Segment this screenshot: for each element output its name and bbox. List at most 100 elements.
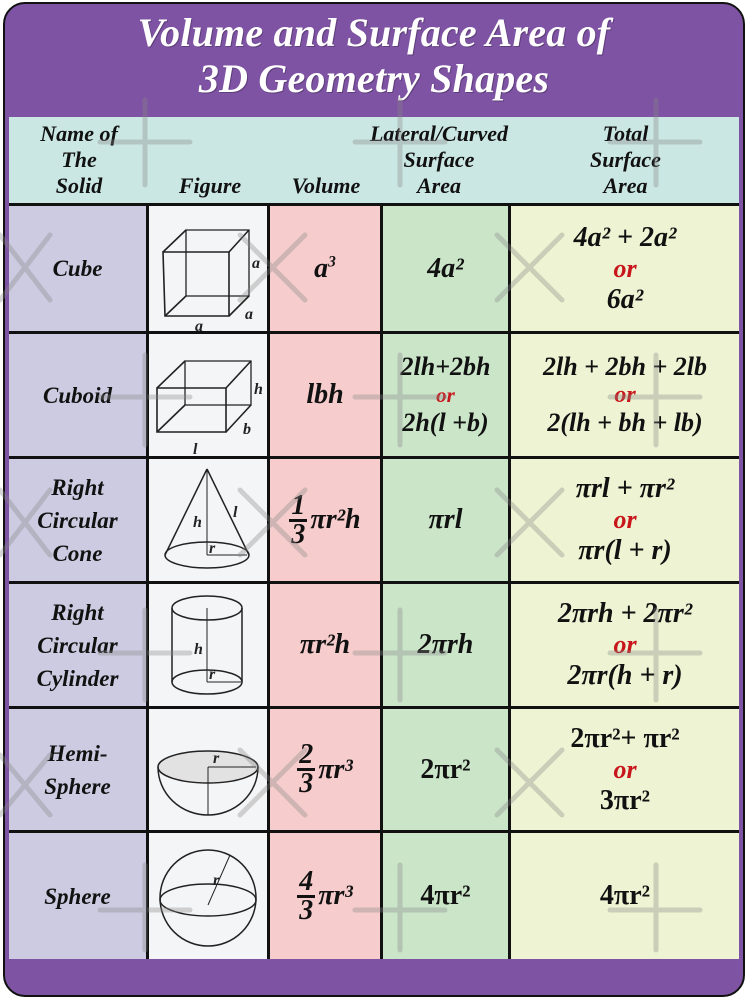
hemisphere-label-r: r	[213, 750, 220, 767]
header-lateral-line: Surface	[403, 147, 475, 172]
header-name-line: The	[61, 147, 97, 172]
cuboid-label-b: b	[243, 421, 251, 438]
row-cylinder-lateral: 2πrh	[383, 584, 508, 706]
solid-name: Right	[51, 599, 104, 625]
fraction-numerator: 2	[297, 739, 316, 771]
fraction-numerator: 1	[289, 489, 308, 522]
total-formula: 4a² + 2a²	[573, 221, 677, 253]
row-cuboid-name: Cuboid	[9, 334, 146, 456]
row-cone-figure: h l r	[149, 459, 267, 581]
or-label: or	[436, 383, 455, 407]
header-total-line: Total	[602, 121, 649, 146]
total-formula-alt: 2(lh + bh + lb)	[547, 408, 703, 437]
fraction: 13	[289, 489, 308, 550]
cylinder-label-h: h	[194, 641, 203, 658]
row-cube-volume: a3	[270, 206, 380, 331]
cylinder-label-r: r	[209, 666, 216, 683]
fraction-denominator: 3	[299, 894, 314, 926]
row-cone-volume: 13 πr²h	[270, 459, 380, 581]
volume-formula: lbh	[306, 379, 344, 410]
row-cuboid-volume: lbh	[270, 334, 380, 456]
poster-frame: Volume and Surface Area of 3D Geometry S…	[3, 2, 745, 997]
cylinder-figure-icon: h r	[171, 595, 243, 695]
total-formula: 4πr²	[599, 880, 651, 911]
title-line-1: Volume and Surface Area of	[137, 10, 611, 55]
total-formula: πrl + πr²	[575, 473, 675, 504]
row-cylinder-total: 2πrh + 2πr² or 2πr(h + r)	[511, 584, 739, 706]
header-total-surface-area: Total Surface Area	[512, 117, 739, 203]
cone-label-h: h	[193, 514, 202, 531]
cuboid-figure-icon: h b l	[156, 360, 263, 456]
solid-name: Circular	[37, 507, 118, 533]
header-name-line: Name of	[40, 121, 118, 146]
cone-label-l: l	[233, 504, 238, 521]
total-formula: 2πr²+ πr²	[570, 722, 680, 754]
solid-name: Hemi-	[47, 740, 108, 766]
row-hemisphere-name: Hemi- Sphere	[9, 709, 146, 830]
header-lateral-line: Area	[417, 173, 461, 198]
header-total-line: Surface	[590, 147, 661, 172]
volume-rest: πr³	[318, 753, 353, 785]
volume-formula: 43 πr³	[297, 865, 353, 926]
header-lateral-surface-area: Lateral/Curved Surface Area	[339, 117, 539, 203]
or-label: or	[613, 754, 637, 784]
cone-figure-icon: h l r	[164, 468, 250, 569]
hemisphere-figure-icon: r	[157, 750, 259, 816]
row-cube-lateral: 4a²	[383, 206, 508, 331]
volume-formula: πr²h	[299, 629, 351, 660]
solid-name: Sphere	[44, 883, 111, 909]
or-label: or	[613, 253, 637, 283]
row-sphere-name: Sphere	[9, 833, 146, 959]
cube-label-a-height: a	[252, 255, 260, 272]
row-sphere-figure: r	[149, 833, 267, 959]
volume-formula: a3	[314, 253, 336, 285]
row-cylinder-figure: h r	[149, 584, 267, 706]
solid-name: Cone	[52, 540, 103, 566]
row-hemisphere-total: 2πr²+ πr² or 3πr²	[511, 709, 739, 830]
volume-base: a	[314, 252, 329, 284]
row-cube-figure: a a a	[149, 206, 267, 331]
lateral-formula-alt: 2h(l +b)	[402, 408, 489, 437]
row-cone-total: πrl + πr² or πr(l + r)	[511, 459, 739, 581]
row-cuboid-total: 2lh + 2bh + 2lb or 2(lh + bh + lb)	[511, 334, 739, 456]
cube-label-a-depth: a	[245, 306, 253, 323]
poster-title: Volume and Surface Area of 3D Geometry S…	[5, 10, 743, 102]
total-formula-alt: πr(l + r)	[578, 535, 672, 566]
solid-name: Sphere	[44, 773, 111, 799]
row-hemisphere-lateral: 2πr²	[383, 709, 508, 830]
fraction-denominator: 3	[291, 518, 306, 550]
fraction: 43	[297, 865, 316, 926]
or-label: or	[613, 505, 637, 534]
row-sphere-volume: 43 πr³	[270, 833, 380, 959]
volume-exponent: 3	[328, 253, 336, 271]
row-cylinder-volume: πr²h	[270, 584, 380, 706]
header-lateral-line: Lateral/Curved	[369, 121, 509, 146]
lateral-formula: 4πr²	[420, 880, 471, 911]
lateral-formula: 2πrh	[417, 629, 474, 660]
solid-name: Cube	[52, 256, 103, 281]
row-cone-name: Right Circular Cone	[9, 459, 146, 581]
header-name-line: Solid	[55, 173, 103, 198]
volume-rest: πr³	[318, 880, 353, 911]
fraction-denominator: 3	[299, 768, 314, 799]
cuboid-label-l: l	[193, 441, 198, 456]
or-label: or	[614, 382, 636, 408]
lateral-formula: 2πr²	[420, 753, 471, 785]
volume-formula: 13 πr²h	[289, 489, 361, 550]
row-cone-lateral: πrl	[383, 459, 508, 581]
header-figure-label: Figure	[178, 173, 242, 198]
row-cuboid-figure: h b l	[149, 334, 267, 456]
fraction-numerator: 4	[297, 865, 316, 898]
row-cube-total: 4a² + 2a² or 6a²	[511, 206, 739, 331]
or-label: or	[613, 630, 637, 659]
solid-name: Cuboid	[42, 382, 113, 408]
row-cuboid-lateral: 2lh+2bh or 2h(l +b)	[383, 334, 508, 456]
solid-name: Circular	[37, 632, 118, 658]
row-sphere-lateral: 4πr²	[383, 833, 508, 959]
row-cube-name: Cube	[9, 206, 146, 331]
formula-table: Name of The Solid Figure Volume Lateral/…	[9, 117, 739, 959]
row-sphere-total: 4πr²	[511, 833, 739, 959]
total-formula: 2lh + 2bh + 2lb	[543, 352, 707, 381]
row-hemisphere-figure: r	[149, 709, 267, 830]
total-formula-alt: 6a²	[606, 283, 644, 315]
